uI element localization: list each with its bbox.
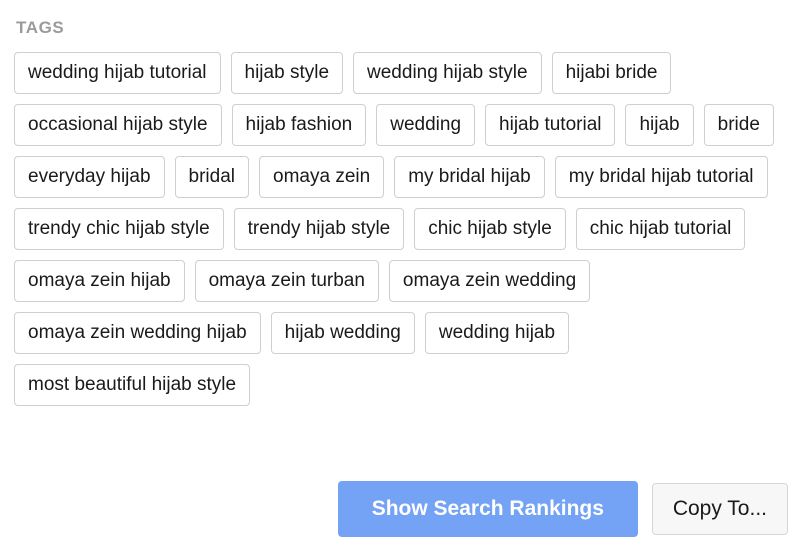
tag-chip[interactable]: wedding hijab tutorial	[14, 52, 221, 94]
tag-chip[interactable]: wedding	[376, 104, 475, 146]
show-search-rankings-button[interactable]: Show Search Rankings	[338, 481, 638, 537]
page-title: TAGS	[16, 18, 788, 38]
tags-panel: TAGS wedding hijab tutorialhijab stylewe…	[0, 0, 802, 552]
tag-chip[interactable]: my bridal hijab tutorial	[555, 156, 768, 198]
tag-chip[interactable]: everyday hijab	[14, 156, 165, 198]
copy-to-button[interactable]: Copy To...	[652, 483, 788, 535]
tag-chip[interactable]: my bridal hijab	[394, 156, 545, 198]
tag-chip[interactable]: omaya zein	[259, 156, 384, 198]
tag-chip[interactable]: hijab wedding	[271, 312, 415, 354]
tag-chip[interactable]: chic hijab tutorial	[576, 208, 746, 250]
tag-chip[interactable]: omaya zein hijab	[14, 260, 185, 302]
tag-chip[interactable]: bride	[704, 104, 774, 146]
tag-chip[interactable]: trendy hijab style	[234, 208, 405, 250]
tag-chip[interactable]: most beautiful hijab style	[14, 364, 250, 406]
tag-chip[interactable]: occasional hijab style	[14, 104, 222, 146]
tag-chip[interactable]: chic hijab style	[414, 208, 566, 250]
tag-chip[interactable]: hijab style	[231, 52, 344, 94]
tag-chip[interactable]: hijabi bride	[552, 52, 672, 94]
tag-chip[interactable]: omaya zein wedding	[389, 260, 590, 302]
tag-chip[interactable]: omaya zein wedding hijab	[14, 312, 261, 354]
tag-chip[interactable]: hijab tutorial	[485, 104, 615, 146]
tag-list: wedding hijab tutorialhijab stylewedding…	[14, 52, 788, 406]
tag-chip[interactable]: omaya zein turban	[195, 260, 379, 302]
tag-chip[interactable]: hijab fashion	[232, 104, 367, 146]
tag-chip[interactable]: trendy chic hijab style	[14, 208, 224, 250]
tag-chip[interactable]: wedding hijab	[425, 312, 569, 354]
action-button-row: Show Search Rankings Copy To...	[338, 481, 788, 537]
tag-chip[interactable]: bridal	[175, 156, 249, 198]
tag-chip[interactable]: wedding hijab style	[353, 52, 542, 94]
tag-chip[interactable]: hijab	[625, 104, 693, 146]
